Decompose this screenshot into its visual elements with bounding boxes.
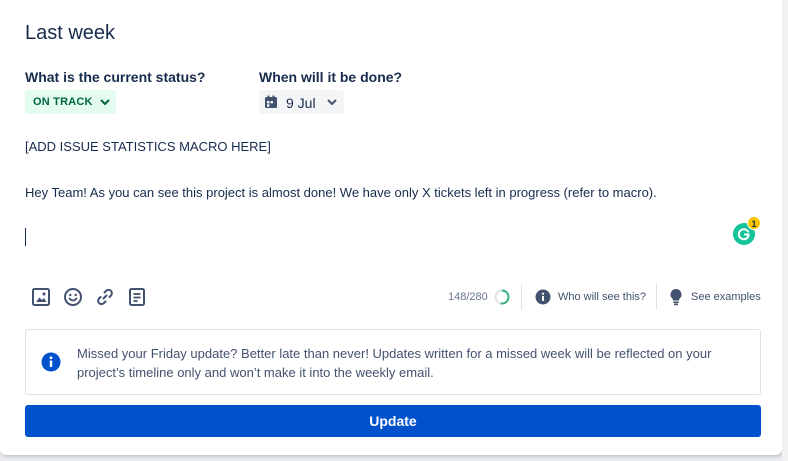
status-label: What is the current status? — [25, 69, 206, 85]
due-date-label: When will it be done? — [259, 69, 403, 85]
section-title: Last week — [25, 22, 116, 44]
see-examples-button[interactable]: See examples — [668, 287, 761, 307]
status-value: ON TRACK — [33, 96, 93, 108]
emoji-icon[interactable] — [63, 287, 83, 307]
grammarly-count-badge: 1 — [747, 216, 761, 230]
lightbulb-icon — [670, 289, 682, 306]
info-icon — [535, 289, 551, 305]
calendar-icon — [265, 95, 277, 108]
missed-update-notice: Missed your Friday update? Better late t… — [25, 329, 761, 395]
character-count: 148/280 — [448, 291, 488, 303]
due-date-picker[interactable]: 9 Jul — [259, 90, 344, 114]
update-button[interactable]: Update — [25, 405, 761, 437]
who-will-see-label: Who will see this? — [558, 291, 647, 303]
chevron-down-icon — [327, 99, 337, 105]
info-icon — [41, 352, 61, 372]
image-icon[interactable] — [31, 287, 51, 307]
due-date-value: 9 Jul — [286, 95, 316, 111]
toolbar-divider — [656, 284, 657, 310]
document-icon[interactable] — [127, 287, 147, 307]
update-card: Last week What is the current status? Wh… — [0, 0, 782, 455]
text-cursor[interactable] — [25, 228, 26, 246]
chevron-down-icon — [100, 99, 110, 105]
link-icon[interactable] — [95, 287, 115, 307]
toolbar-divider — [521, 284, 522, 310]
notice-text: Missed your Friday update? Better late t… — [77, 346, 712, 380]
update-body-text[interactable]: Hey Team! As you can see this project is… — [25, 185, 657, 200]
macro-placeholder-text[interactable]: [ADD ISSUE STATISTICS MACRO HERE] — [25, 139, 271, 154]
scrollbar-track[interactable] — [782, 0, 788, 461]
who-will-see-button[interactable]: Who will see this? — [535, 287, 646, 307]
character-progress-ring — [494, 289, 510, 305]
status-dropdown[interactable]: ON TRACK — [25, 90, 116, 114]
see-examples-label: See examples — [691, 291, 761, 303]
